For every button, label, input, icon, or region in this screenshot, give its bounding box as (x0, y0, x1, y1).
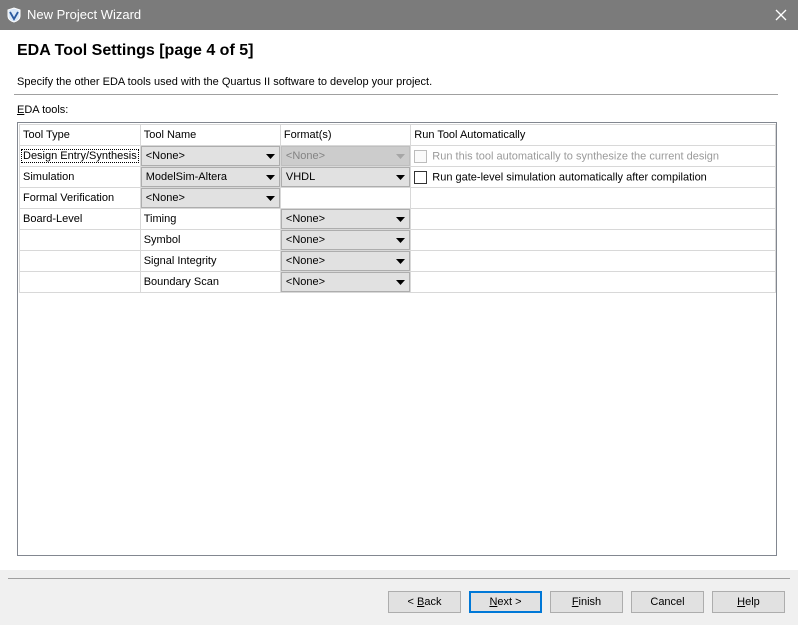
simulation-run-checkbox[interactable] (414, 170, 428, 184)
table-row: Formal Verification <None> (19, 187, 776, 209)
design-entry-run-checkbox (414, 149, 428, 163)
next-button[interactable]: Next > (469, 591, 542, 613)
table-row: Board-Level Timing <None> (19, 208, 776, 230)
col-tool-name: Tool Name (139, 124, 281, 146)
back-button-pre: < (407, 596, 417, 608)
footer-divider (8, 578, 790, 579)
finish-button-key: F (571, 596, 579, 608)
table-row: Signal Integrity <None> (19, 250, 776, 272)
header-divider (14, 94, 778, 95)
quartus-app-icon (7, 7, 21, 23)
formal-tool-value: <None> (145, 192, 185, 204)
board-symbol-format-cell: <None> (279, 229, 412, 251)
board-empty-type-cell (19, 271, 141, 293)
board-boundary-format-cell: <None> (279, 271, 412, 293)
board-signal-integrity-format-dropdown[interactable]: <None> (281, 251, 410, 271)
board-signal-format-cell: <None> (279, 250, 412, 272)
board-item-signal-integrity: Signal Integrity (139, 250, 281, 272)
help-button-key: H (737, 596, 746, 608)
eda-tools-table[interactable]: Tool Type Tool Name Format(s) Run Tool A… (17, 122, 777, 556)
board-empty-type-cell (19, 229, 141, 251)
board-timing-format-cell: <None> (279, 208, 412, 230)
col-tool-type: Tool Type (19, 124, 141, 146)
page-panel: EDA Tool Settings [page 4 of 5] Specify … (0, 30, 798, 570)
eda-tools-label-text: DA tools: (24, 104, 69, 116)
row-type-formal: Formal Verification (19, 187, 141, 209)
board-timing-format-dropdown[interactable]: <None> (281, 209, 410, 229)
help-button[interactable]: Help (712, 591, 785, 613)
finish-button[interactable]: Finish (550, 591, 623, 613)
title-bar: New Project Wizard (0, 0, 798, 30)
board-symbol-format-value: <None> (285, 234, 326, 246)
simulation-tool-dropdown[interactable]: ModelSim-Altera (141, 167, 280, 187)
board-boundary-run-cell (410, 271, 776, 293)
board-symbol-run-cell (410, 229, 776, 251)
formal-tool-cell: <None> (139, 187, 281, 209)
chevron-down-icon (265, 175, 275, 180)
page-title: EDA Tool Settings [page 4 of 5] (17, 42, 254, 59)
row-type-design-entry: Design Entry/Synthesis (19, 145, 141, 167)
table-row: Simulation ModelSim-Altera VHDL Run gate… (19, 166, 776, 188)
help-button-post: elp (745, 596, 760, 608)
board-symbol-format-dropdown[interactable]: <None> (281, 230, 410, 250)
table-header-row: Tool Type Tool Name Format(s) Run Tool A… (19, 124, 776, 146)
design-entry-tool-cell: <None> (139, 145, 281, 167)
board-signal-integrity-format-value: <None> (285, 255, 326, 267)
design-entry-format-value: <None> (285, 150, 326, 162)
chevron-down-icon (396, 238, 406, 243)
design-entry-tool-value: <None> (145, 150, 185, 162)
page-description: Specify the other EDA tools used with th… (17, 76, 433, 88)
window-title: New Project Wizard (27, 7, 142, 22)
design-entry-type-label: Design Entry/Synthesis (21, 149, 139, 163)
table-row: Symbol <None> (19, 229, 776, 251)
board-empty-type-cell (19, 250, 141, 272)
chevron-down-icon (396, 154, 406, 159)
simulation-tool-value: ModelSim-Altera (145, 171, 228, 183)
design-entry-run-label: Run this tool automatically to synthesiz… (432, 150, 720, 162)
simulation-format-dropdown[interactable]: VHDL (281, 167, 410, 187)
eda-tools-label: EDA tools: (17, 104, 69, 116)
back-button-post: ack (424, 596, 442, 608)
simulation-run-cell: Run gate-level simulation automatically … (410, 166, 776, 188)
finish-button-post: inish (578, 596, 602, 608)
next-button-post: ext > (497, 596, 522, 608)
table-row: Design Entry/Synthesis <None> <None> Run… (19, 145, 776, 167)
row-type-simulation: Simulation (19, 166, 141, 188)
simulation-format-cell: VHDL (279, 166, 412, 188)
back-button[interactable]: < Back (388, 591, 461, 613)
design-entry-run-cell: Run this tool automatically to synthesiz… (410, 145, 776, 167)
formal-run-cell (410, 187, 776, 209)
simulation-format-value: VHDL (285, 171, 316, 183)
formal-format-cell (279, 187, 412, 209)
board-item-timing: Timing (139, 208, 281, 230)
simulation-tool-cell: ModelSim-Altera (139, 166, 281, 188)
cancel-button[interactable]: Cancel (631, 591, 704, 613)
close-icon[interactable] (770, 4, 792, 26)
dialog-body: EDA Tool Settings [page 4 of 5] Specify … (0, 30, 798, 625)
design-entry-format-cell: <None> (279, 145, 412, 167)
board-boundary-scan-format-dropdown[interactable]: <None> (281, 272, 410, 292)
simulation-run-label[interactable]: Run gate-level simulation automatically … (432, 171, 707, 183)
chevron-down-icon (396, 217, 406, 222)
col-formats: Format(s) (279, 124, 412, 146)
chevron-down-icon (265, 196, 275, 201)
board-item-symbol: Symbol (139, 229, 281, 251)
cancel-button-label: Cancel (650, 596, 685, 608)
board-item-boundary-scan: Boundary Scan (139, 271, 281, 293)
design-entry-tool-dropdown[interactable]: <None> (141, 146, 280, 166)
table-row: Boundary Scan <None> (19, 271, 776, 293)
row-type-board-level: Board-Level (19, 208, 141, 230)
formal-tool-dropdown[interactable]: <None> (141, 188, 280, 208)
col-run-automatically: Run Tool Automatically (410, 124, 776, 146)
board-timing-format-value: <None> (285, 213, 326, 225)
chevron-down-icon (396, 259, 406, 264)
chevron-down-icon (396, 280, 406, 285)
chevron-down-icon (265, 154, 275, 159)
board-timing-run-cell (410, 208, 776, 230)
board-boundary-scan-format-value: <None> (285, 276, 326, 288)
board-signal-run-cell (410, 250, 776, 272)
chevron-down-icon (396, 175, 406, 180)
design-entry-format-dropdown: <None> (281, 146, 410, 166)
